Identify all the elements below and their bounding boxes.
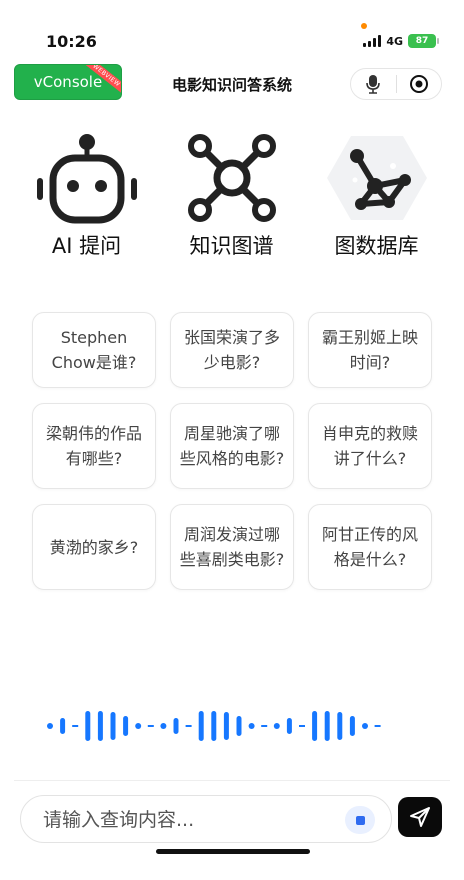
waveform-bar: [312, 711, 318, 741]
question-text: 黄渤的家乡?: [49, 537, 139, 557]
stop-button[interactable]: [345, 806, 375, 834]
network-type: 4G: [386, 34, 403, 48]
waveform-bar: [85, 711, 91, 741]
question-text: 肖申克的救赎讲了什么?: [321, 424, 418, 468]
feature-graph-database[interactable]: 图数据库: [304, 130, 449, 260]
battery-level: 87: [415, 36, 429, 46]
graph-nodes-icon: [187, 134, 276, 222]
waveform-bar: [261, 725, 268, 727]
waveform-bar: [185, 725, 192, 727]
waveform-bar: [349, 716, 355, 736]
waveform-bar: [60, 718, 66, 734]
question-card[interactable]: Stephen Chow是谁?: [32, 312, 156, 388]
waveform-bar: [135, 723, 142, 729]
waveform-bar: [47, 723, 53, 729]
waveform-bar: [211, 711, 217, 741]
waveform-bar: [362, 723, 368, 729]
send-button[interactable]: [398, 797, 442, 837]
question-card[interactable]: 梁朝伟的作品有哪些?: [32, 403, 156, 489]
app-screen: 10:26 4G 87 vConsole WEBVIEW 电影知识问答系统 AI…: [14, 18, 450, 862]
question-text: 周星驰演了哪些风格的电影?: [179, 424, 285, 468]
waveform-bar: [248, 723, 255, 729]
navigation-bar: vConsole WEBVIEW 电影知识问答系统: [14, 62, 450, 106]
input-bar: [14, 780, 450, 862]
question-card[interactable]: 周星驰演了哪些风格的电影?: [170, 403, 294, 489]
feature-icon-wrapper: [32, 130, 142, 226]
waveform-bar: [147, 725, 154, 727]
record-icon: [409, 75, 428, 93]
question-card[interactable]: 黄渤的家乡?: [32, 504, 156, 590]
suggested-questions: Stephen Chow是谁? 张国荣演了多少电影? 霸王别姬上映时间? 梁朝伟…: [32, 312, 432, 590]
question-text: 阿甘正传的风格是什么?: [321, 525, 418, 569]
feature-label: AI 提问: [51, 234, 122, 258]
feature-ai-ask[interactable]: AI 提问: [14, 130, 159, 260]
privacy-indicator-dot: [361, 23, 367, 29]
question-text: 霸王别姬上映时间?: [321, 328, 418, 372]
microphone-icon: [366, 75, 381, 94]
cellular-signal-icon: [363, 35, 382, 47]
question-card[interactable]: 霸王别姬上映时间?: [308, 312, 432, 388]
robot-icon: [36, 134, 137, 224]
voice-waveform: [47, 711, 381, 741]
stop-icon: [355, 815, 365, 825]
send-icon: [410, 807, 430, 827]
waveform-bar: [374, 725, 381, 727]
waveform-bar: [173, 718, 179, 734]
question-text: Stephen Chow是谁?: [51, 328, 137, 372]
microphone-button[interactable]: [351, 69, 396, 99]
waveform-bar: [198, 711, 204, 741]
query-input[interactable]: [43, 806, 333, 834]
waveform-bar: [299, 725, 305, 727]
status-time: 10:26: [46, 32, 97, 51]
waveform-bar: [324, 711, 330, 741]
waveform-bar: [337, 712, 343, 740]
waveform-bar: [72, 725, 79, 727]
waveform-bar: [236, 716, 242, 736]
question-text: 周润发演过哪些喜剧类电影?: [179, 525, 285, 569]
waveform-bar: [97, 711, 103, 741]
neo4j-graph-icon: [326, 136, 427, 220]
question-text: 梁朝伟的作品有哪些?: [45, 424, 142, 468]
query-input-box: [20, 795, 392, 843]
status-bar: 10:26 4G 87: [14, 18, 450, 62]
question-card[interactable]: 周润发演过哪些喜剧类电影?: [170, 504, 294, 590]
feature-row: AI 提问 知识图谱 图数据库: [14, 130, 450, 260]
waveform-bar: [123, 716, 129, 736]
feature-icon-wrapper: [177, 130, 287, 226]
feature-knowledge-graph[interactable]: 知识图谱: [159, 130, 304, 260]
battery-icon: 87: [408, 34, 439, 48]
waveform-bar: [286, 718, 292, 734]
waveform-bar: [110, 712, 116, 740]
waveform-bar: [273, 723, 280, 729]
waveform-bar: [160, 723, 167, 729]
close-miniprogram-button[interactable]: [396, 69, 441, 99]
question-card[interactable]: 肖申克的救赎讲了什么?: [308, 403, 432, 489]
feature-label: 知识图谱: [189, 234, 274, 258]
home-indicator: [156, 849, 310, 854]
status-indicators: 4G 87: [363, 34, 439, 48]
question-card[interactable]: 张国荣演了多少电影?: [170, 312, 294, 388]
question-text: 张国荣演了多少电影?: [183, 328, 280, 372]
question-card[interactable]: 阿甘正传的风格是什么?: [308, 504, 432, 590]
feature-label: 图数据库: [334, 234, 419, 258]
feature-icon-wrapper: [322, 130, 432, 226]
waveform-bar: [223, 712, 229, 740]
mini-program-capsule: [350, 68, 442, 100]
